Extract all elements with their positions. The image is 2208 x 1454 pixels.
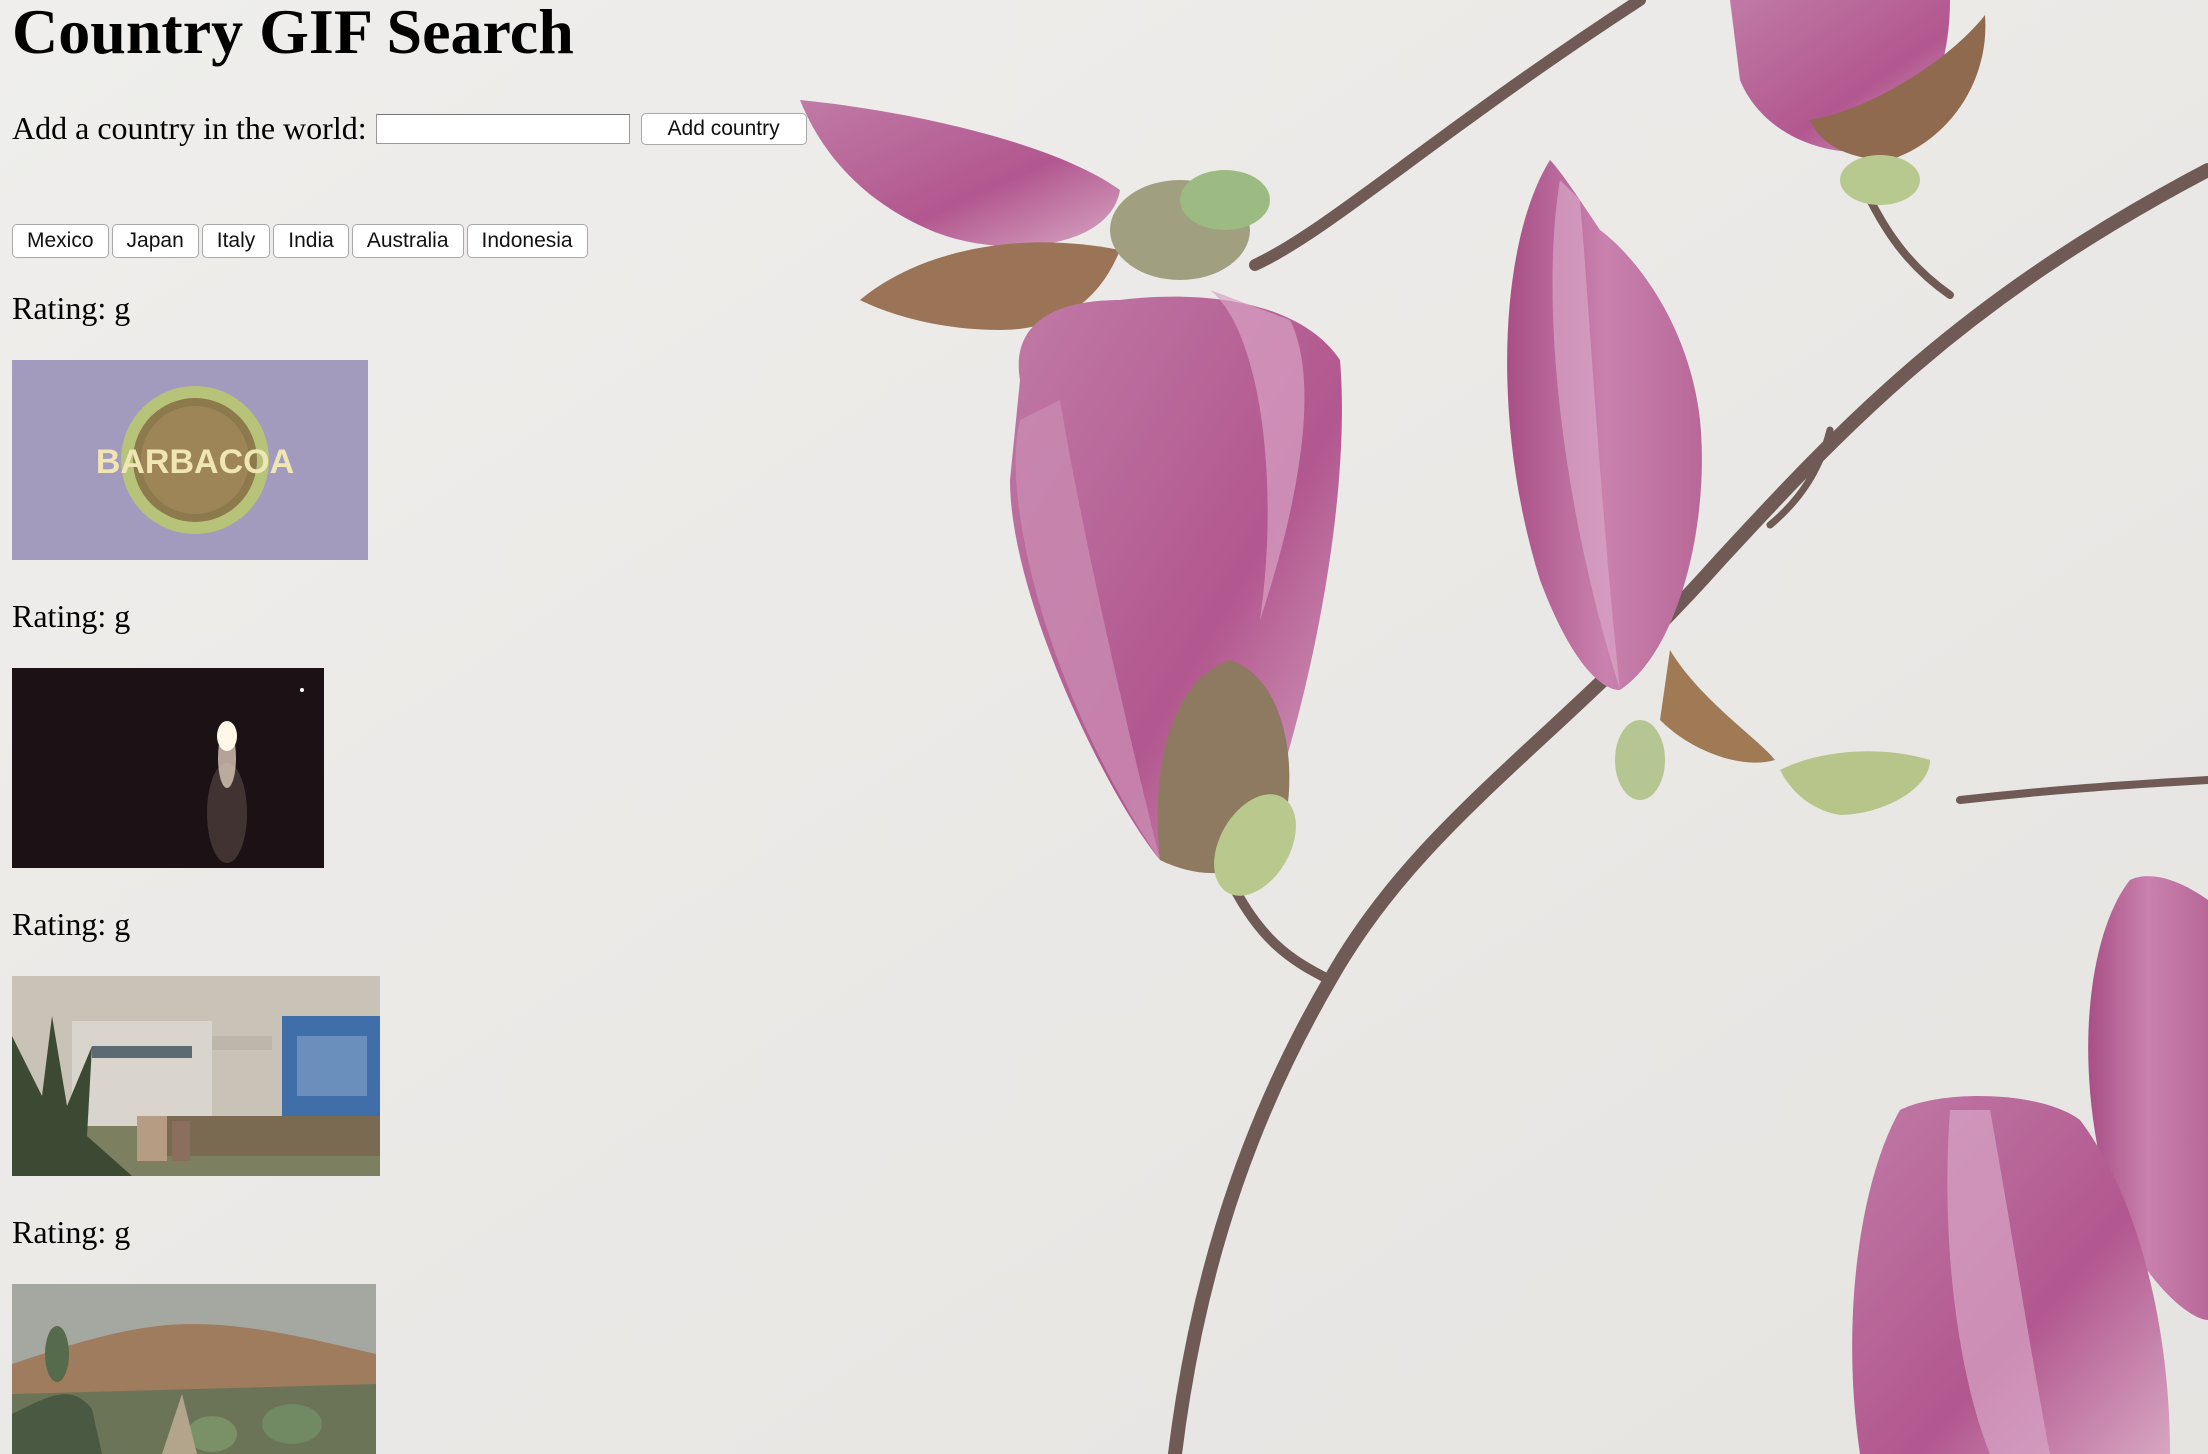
country-button-japan[interactable]: Japan	[111, 224, 199, 258]
add-country-button[interactable]: Add country	[640, 112, 807, 145]
add-country-label: Add a country in the world:	[12, 110, 367, 146]
gif-image-landscape[interactable]	[12, 1284, 376, 1454]
country-button-australia[interactable]: Australia	[351, 224, 464, 258]
country-button-india[interactable]: India	[273, 224, 349, 258]
gif-image-firework[interactable]	[12, 668, 324, 868]
gif-rating: Rating: g	[12, 598, 131, 634]
country-input[interactable]	[375, 113, 630, 144]
gif-item: Rating: g	[12, 598, 324, 868]
country-button-indonesia[interactable]: Indonesia	[466, 224, 588, 258]
gif-image-barbacoa[interactable]: BARBACOA	[12, 360, 368, 560]
country-button-list: Mexico Japan Italy India Australia Indon…	[12, 224, 588, 258]
page: Country GIF Search Add a country in the …	[0, 0, 2208, 1454]
country-button-italy[interactable]: Italy	[201, 224, 271, 258]
gif-item: Rating: g	[12, 906, 380, 1176]
country-button-mexico[interactable]: Mexico	[12, 224, 109, 258]
gif-image-buildings[interactable]	[12, 976, 380, 1176]
add-country-form: Add a country in the world: Add country	[12, 110, 807, 147]
gif-item: Rating: g BARBACOA	[12, 290, 368, 560]
gif-overlay-text: BARBACOA	[96, 443, 294, 481]
background-image	[0, 0, 2208, 1454]
gif-rating: Rating: g	[12, 290, 131, 326]
page-title: Country GIF Search	[12, 0, 574, 67]
gif-rating: Rating: g	[12, 1214, 131, 1250]
gif-item: Rating: g	[12, 1214, 376, 1454]
gif-rating: Rating: g	[12, 906, 131, 942]
